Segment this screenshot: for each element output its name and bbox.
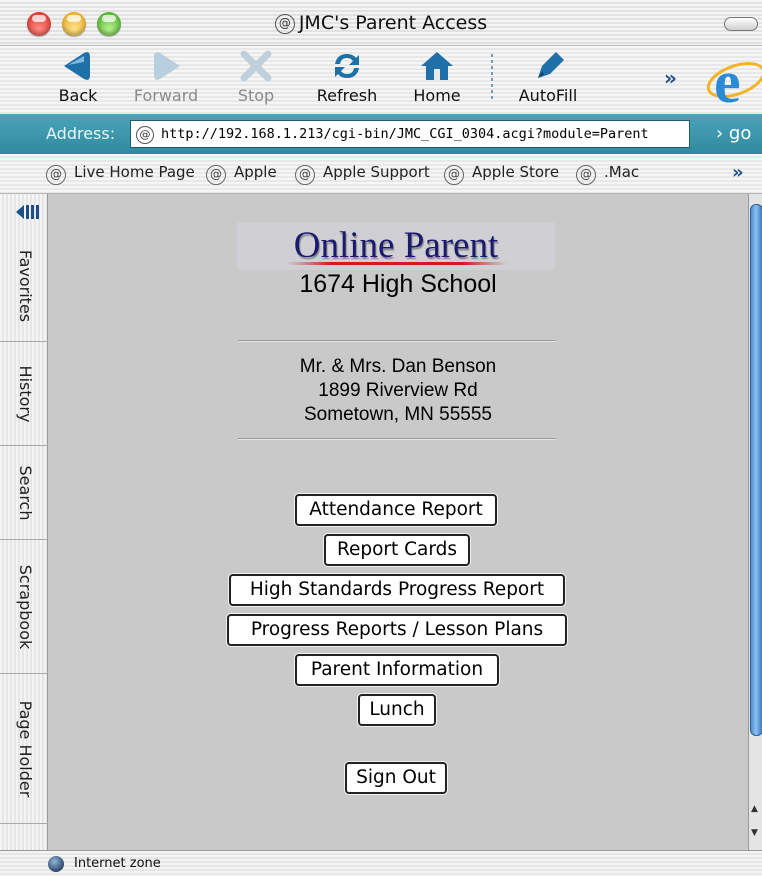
divider <box>238 438 556 440</box>
logo-text: Online Parent <box>293 225 499 266</box>
at-icon: @ <box>576 165 596 185</box>
sidebar-tab-history[interactable]: History <box>0 342 48 446</box>
favorite-dot-mac[interactable]: @ .Mac <box>576 163 639 185</box>
vertical-scrollbar[interactable]: ▲ ▼ <box>748 194 762 850</box>
stop-label: Stop <box>237 86 275 105</box>
favorite-apple[interactable]: @ Apple <box>206 163 277 185</box>
address-label: Address: <box>46 124 116 143</box>
sidebar-tab-label: Page Holder <box>16 700 35 797</box>
go-button[interactable]: › go <box>716 123 751 144</box>
favorites-more-button[interactable]: » <box>732 162 744 183</box>
sidebar-tab-page-holder[interactable]: Page Holder <box>0 674 48 824</box>
internet-explorer-logo-icon: e <box>706 48 762 110</box>
toolbar-separator <box>491 54 493 102</box>
sidebar-tab-favorites[interactable]: Favorites <box>0 230 48 342</box>
stop-button[interactable]: Stop <box>216 50 296 105</box>
autofill-label: AutoFill <box>518 86 578 105</box>
window-title-wrap: @ JMC's Parent Access <box>0 12 762 34</box>
divider <box>238 340 556 342</box>
high-standards-progress-report-button[interactable]: High Standards Progress Report <box>229 574 565 606</box>
at-icon: @ <box>206 165 226 185</box>
status-zone-text: Internet zone <box>74 856 161 871</box>
favorite-live-home-page[interactable]: @ Live Home Page <box>46 163 195 185</box>
lunch-button[interactable]: Lunch <box>358 694 436 726</box>
street-address: 1899 Riverview Rd <box>318 380 478 401</box>
toolbar-collapse-button[interactable] <box>724 17 758 31</box>
sidebar-tab-label: Favorites <box>16 249 35 322</box>
address-input[interactable]: http://192.168.1.213/cgi-bin/JMC_CGI_030… <box>130 120 690 148</box>
favorite-label: Apple Support <box>323 163 430 181</box>
explorer-sidebar: Favorites History Search Scrapbook Page … <box>0 194 48 850</box>
address-bar: Address: http://192.168.1.213/cgi-bin/JM… <box>0 114 762 154</box>
window-title: JMC's Parent Access <box>298 12 488 34</box>
svg-text:e: e <box>714 49 741 110</box>
page-content: Online Parent 1674 High School Mr. & Mrs… <box>48 194 748 850</box>
back-arrow-icon <box>64 52 90 80</box>
home-button[interactable]: Home <box>397 50 477 105</box>
back-button[interactable]: Back <box>38 50 118 105</box>
favorite-apple-support[interactable]: @ Apple Support <box>295 163 430 185</box>
favorite-label: .Mac <box>604 163 640 181</box>
at-icon: @ <box>274 14 295 34</box>
at-icon: @ <box>295 165 315 185</box>
at-icon: @ <box>46 165 66 185</box>
sidebar-tab-label: Search <box>16 465 35 520</box>
autofill-button[interactable]: AutoFill <box>508 50 588 105</box>
refresh-label: Refresh <box>316 86 378 105</box>
favorite-label: Live Home Page <box>74 163 195 181</box>
sidebar-tab-search[interactable]: Search <box>0 446 48 540</box>
logo-underline <box>287 262 507 265</box>
scroll-down-arrow-icon[interactable]: ▼ <box>751 828 758 838</box>
attendance-report-button[interactable]: Attendance Report <box>295 494 497 526</box>
status-bar: Internet zone <box>0 850 762 876</box>
favorites-bar: @ Live Home Page @ Apple @ Apple Support @ A… <box>0 154 762 194</box>
forward-button[interactable]: Forward <box>126 50 206 105</box>
home-icon <box>421 52 453 80</box>
autofill-pen-icon <box>538 52 564 78</box>
refresh-button[interactable]: Refresh <box>307 50 387 105</box>
scroll-up-arrow-icon[interactable]: ▲ <box>751 804 758 814</box>
back-label: Back <box>58 86 98 105</box>
at-icon: @ <box>444 165 464 185</box>
parent-information-button[interactable]: Parent Information <box>295 654 499 686</box>
favorite-label: Apple <box>234 163 277 181</box>
parent-name: Mr. & Mrs. Dan Benson <box>299 356 497 377</box>
scroll-thumb[interactable] <box>750 204 762 736</box>
home-label: Home <box>413 86 461 105</box>
sidebar-tab-label: History <box>16 365 35 422</box>
toolbar: Back Forward Stop Refresh Home AutoFill <box>0 46 762 114</box>
title-bar: @ JMC's Parent Access <box>0 0 762 46</box>
url-at-icon: @ <box>136 126 154 144</box>
online-parent-logo: Online Parent <box>237 222 555 270</box>
favorite-apple-store[interactable]: @ Apple Store <box>444 163 559 185</box>
toolbar-more-button[interactable]: » <box>664 66 677 90</box>
globe-icon <box>48 856 64 872</box>
forward-label: Forward <box>133 86 199 105</box>
sign-out-button[interactable]: Sign Out <box>345 762 447 794</box>
sidebar-tab-label: Scrapbook <box>16 564 35 649</box>
refresh-icon <box>335 54 359 78</box>
favorite-label: Apple Store <box>472 163 560 181</box>
city-state-zip: Sometown, MN 55555 <box>304 404 492 425</box>
sidebar-toggle-icon[interactable] <box>14 202 42 222</box>
progress-reports-lesson-plans-button[interactable]: Progress Reports / Lesson Plans <box>227 614 567 646</box>
stop-x-icon <box>240 50 272 82</box>
sidebar-tab-scrapbook[interactable]: Scrapbook <box>0 540 48 674</box>
forward-arrow-icon <box>154 52 180 80</box>
school-name: 1674 High School <box>299 270 497 298</box>
report-cards-button[interactable]: Report Cards <box>324 534 470 566</box>
